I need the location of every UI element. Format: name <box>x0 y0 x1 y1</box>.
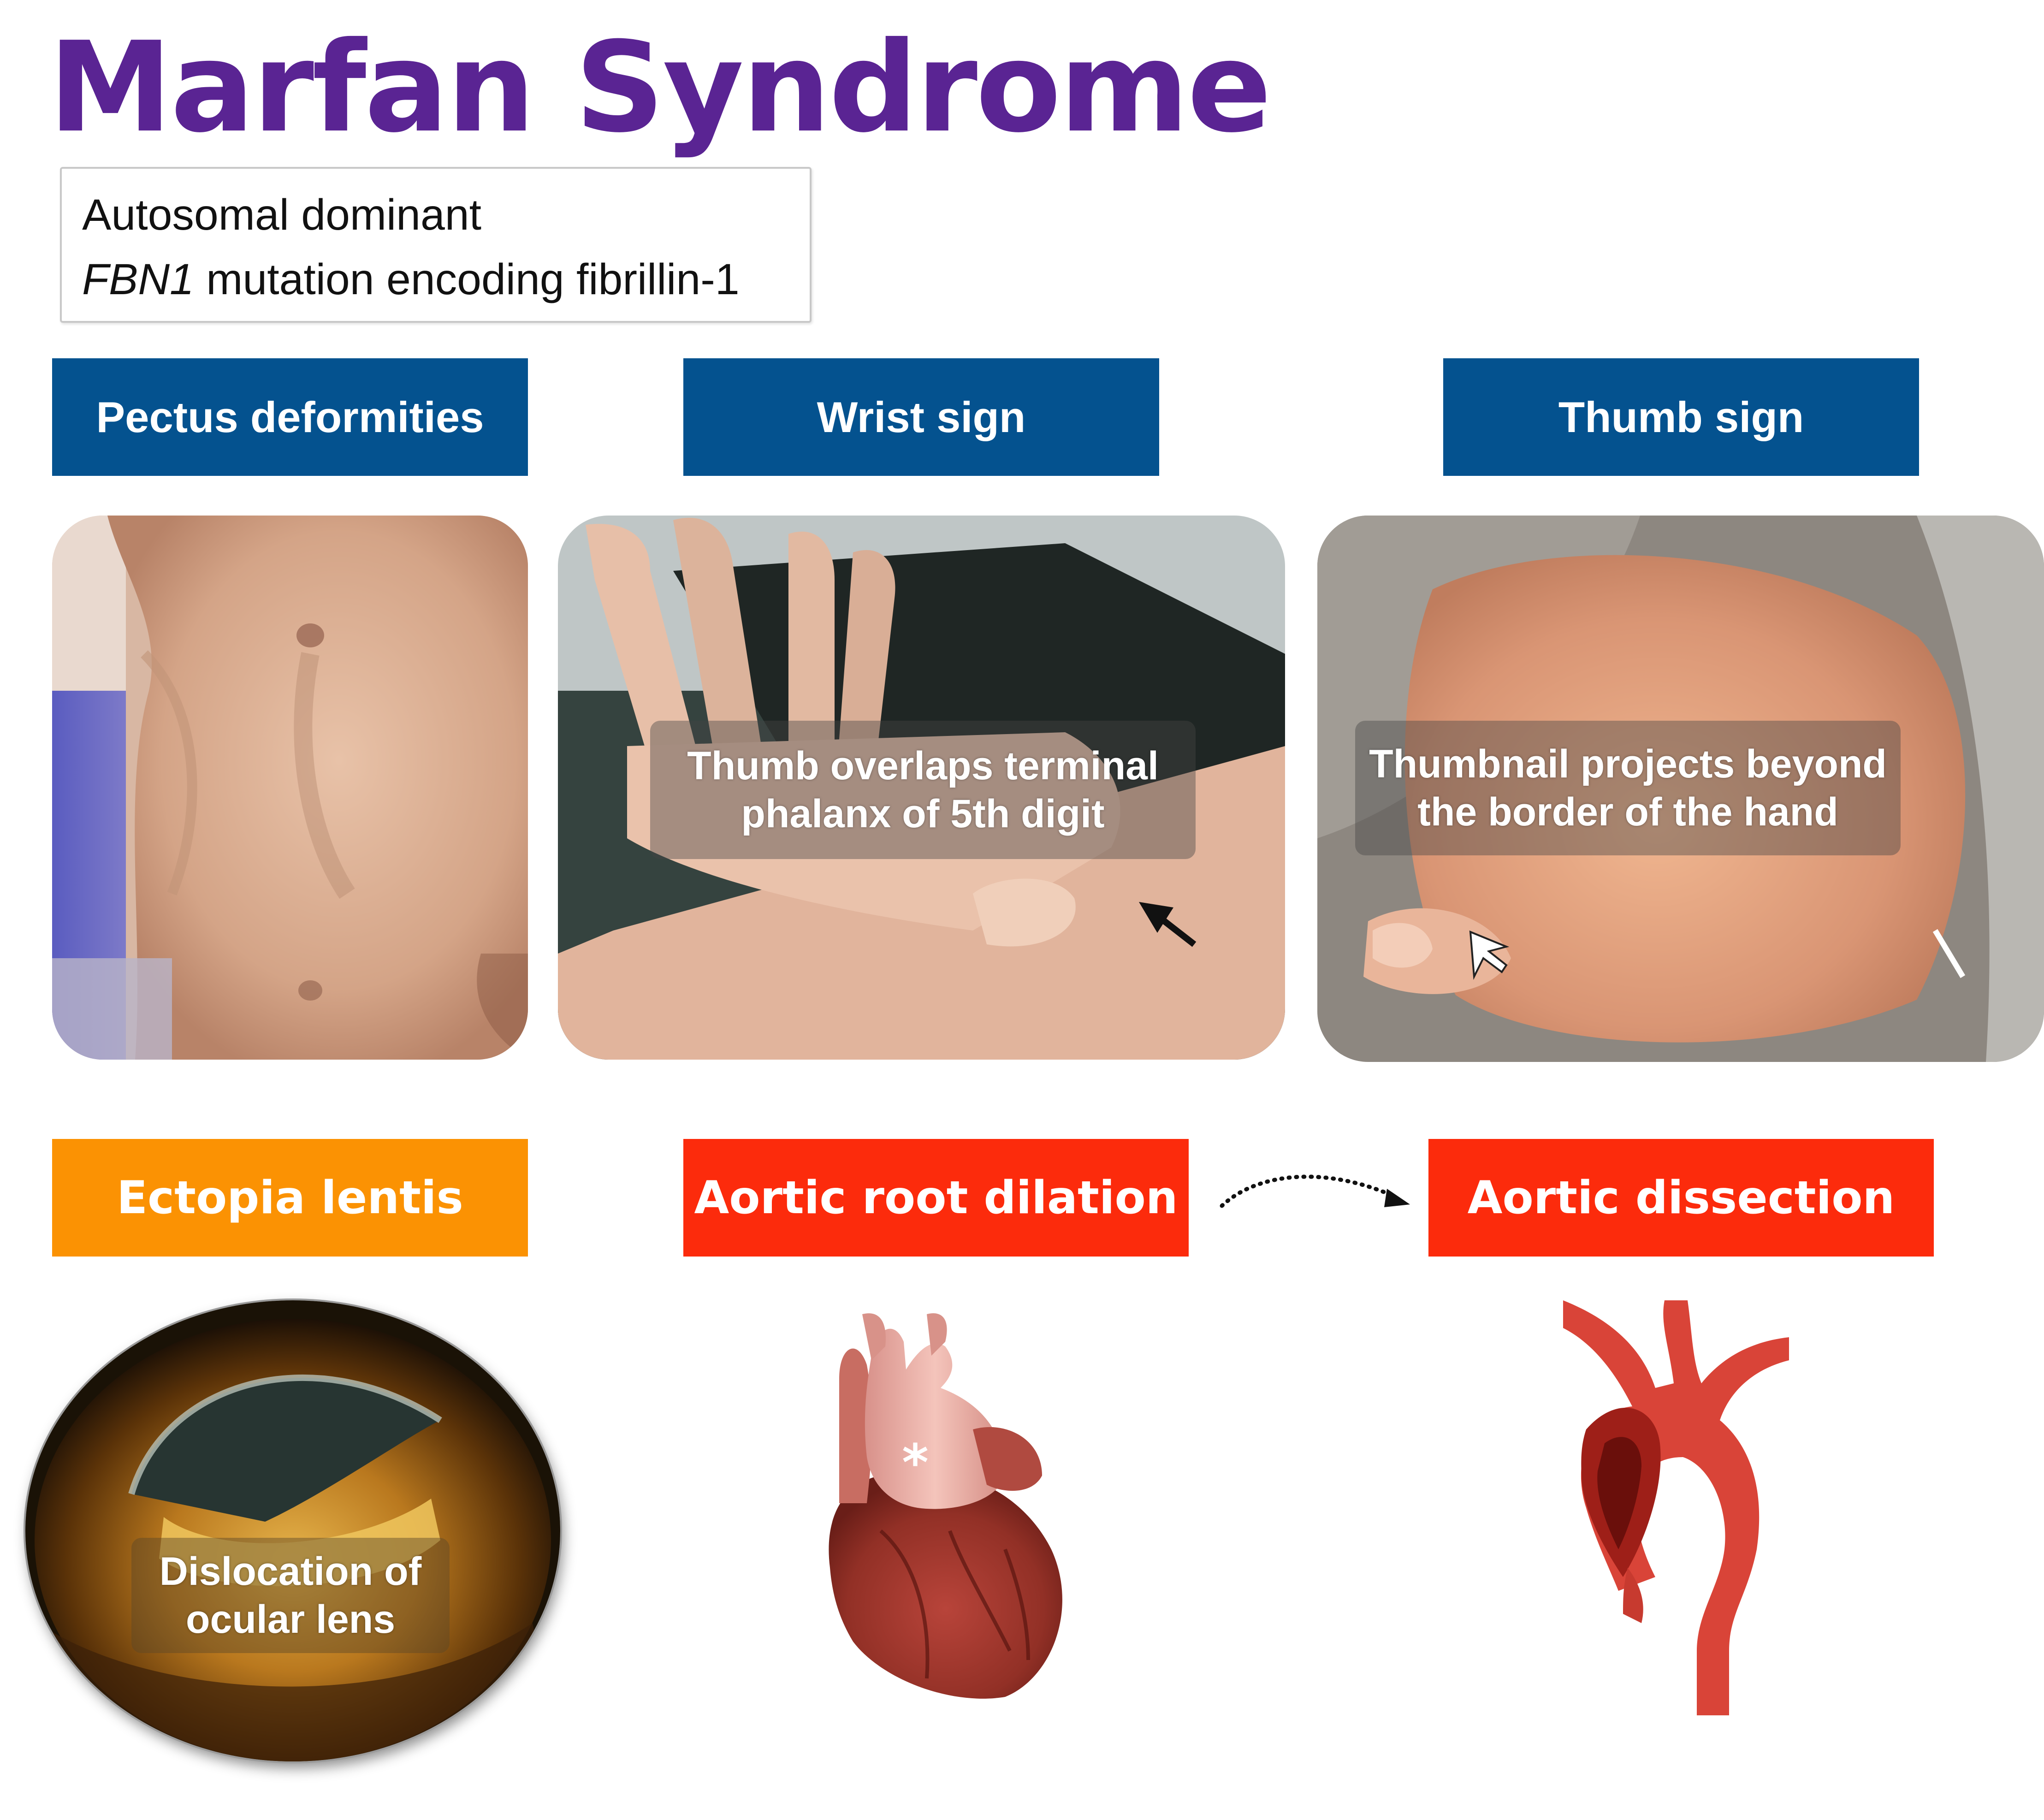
page-title: Marfan Syndrome <box>48 15 1272 160</box>
wrist-caption-line2: phalanx of 5th digit <box>741 792 1105 836</box>
genetics-box: Autosomal dominant FBN1 mutation encodin… <box>60 167 812 323</box>
ectopia-lentis-label: Ectopia lentis <box>52 1139 528 1257</box>
thumb-caption-line2: the border of the hand <box>1417 790 1838 834</box>
inheritance-text: Autosomal dominant <box>82 190 482 239</box>
mutation-description: mutation encoding fibrillin-1 <box>194 255 740 304</box>
wrist-caption-line1: Thumb overlaps terminal <box>687 744 1159 788</box>
dilation-marker: * <box>902 1433 929 1492</box>
wrist-sign-caption: Thumb overlaps terminal phalanx of 5th d… <box>650 721 1196 859</box>
aortic-dissection-label: Aortic dissection <box>1428 1139 1934 1257</box>
aortic-root-dilation-label: Aortic root dilation <box>683 1139 1189 1257</box>
eye-photo <box>25 1300 560 1761</box>
thumb-sign-label: Thumb sign <box>1443 358 1919 476</box>
dotted-curved-arrow-icon <box>1217 1153 1411 1213</box>
thumb-caption-line1: Thumbnail projects beyond <box>1369 742 1887 786</box>
pectus-photo <box>52 516 528 1060</box>
eye-caption-line2: ocular lens <box>185 1597 396 1642</box>
thumb-sign-caption: Thumbnail projects beyond the border of … <box>1355 721 1901 855</box>
pectus-label: Pectus deformities <box>52 358 528 476</box>
gene-name: FBN1 <box>82 255 194 304</box>
eye-caption-line1: Dislocation of <box>159 1549 422 1594</box>
mutation-text: FBN1 mutation encoding fibrillin-1 <box>82 247 810 312</box>
eye-caption: Dislocation of ocular lens <box>131 1538 450 1653</box>
wrist-sign-label: Wrist sign <box>683 358 1159 476</box>
heart-illustration: * <box>812 1310 1088 1701</box>
aorta-illustration <box>1554 1291 1794 1720</box>
